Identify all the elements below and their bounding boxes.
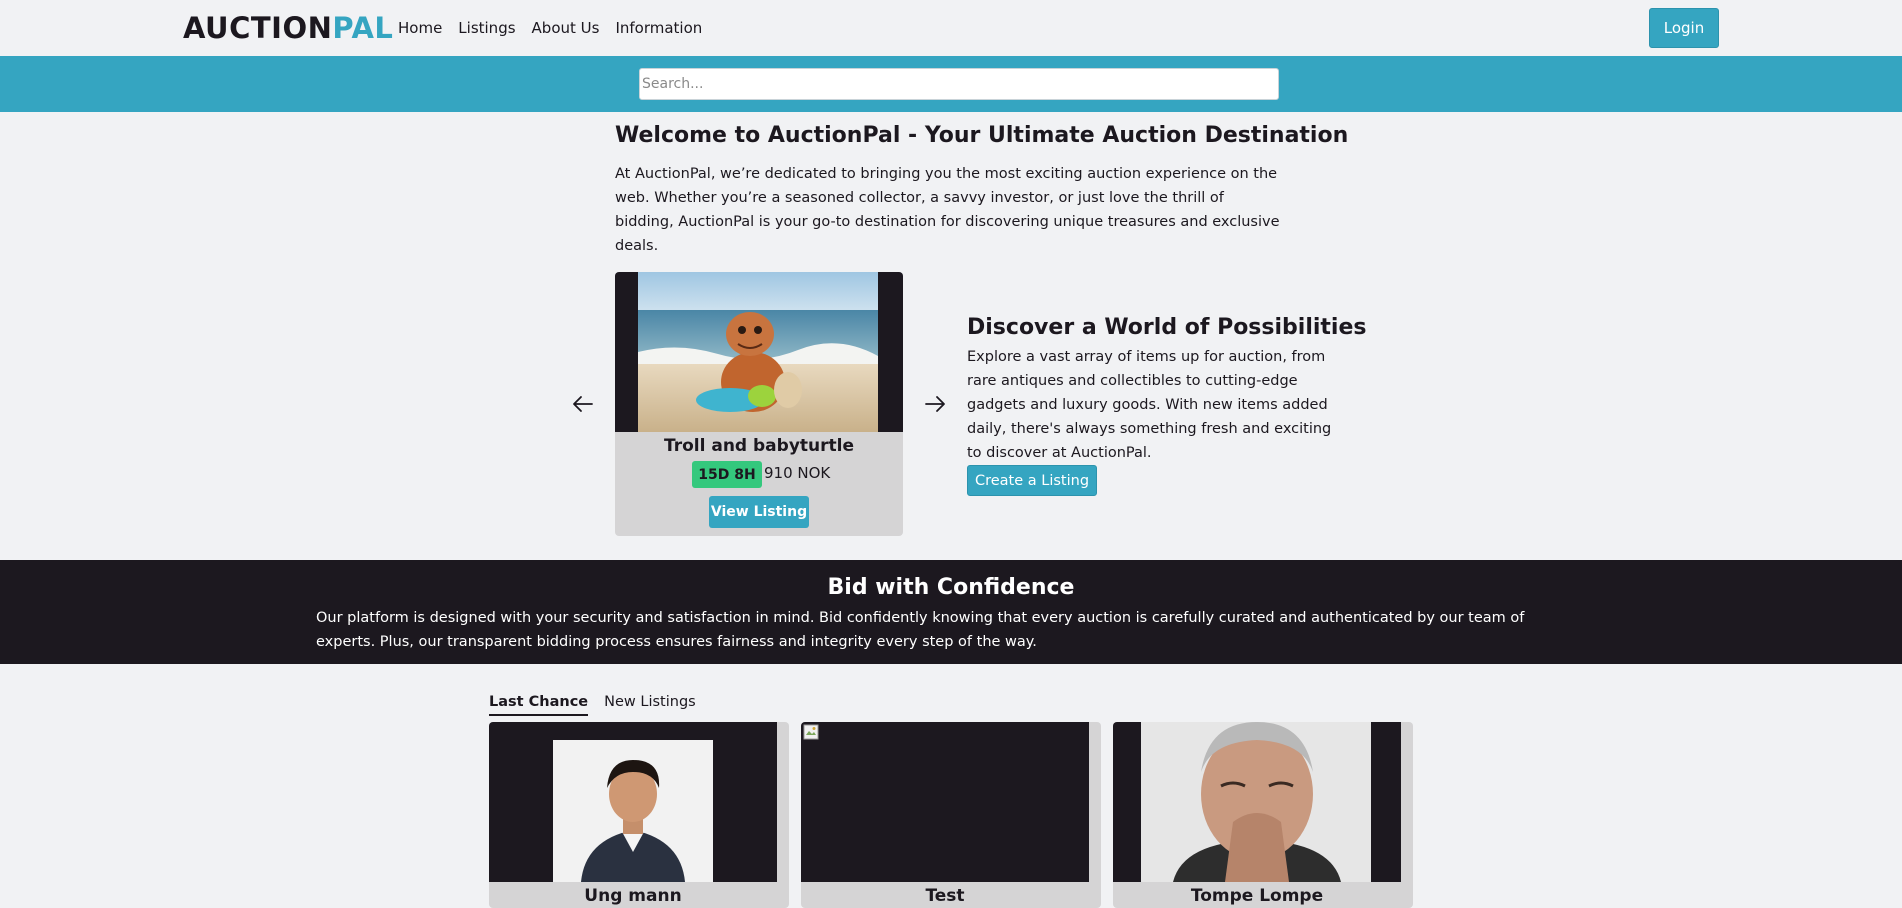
main-nav: Home Listings About Us Information (398, 18, 702, 38)
listing-card: Tompe Lompe (1113, 722, 1413, 908)
top-navbar: AUCTIONPAL Home Listings About Us Inform… (0, 0, 1902, 56)
listing-image[interactable] (489, 722, 777, 882)
listing-image-frame (1113, 722, 1401, 882)
login-button[interactable]: Login (1649, 8, 1719, 48)
site-logo[interactable]: AUCTIONPAL (183, 11, 393, 45)
create-listing-button[interactable]: Create a Listing (967, 465, 1097, 496)
listing-tabs: Last Chance New Listings (489, 692, 696, 716)
search-input[interactable] (639, 68, 1279, 100)
listing-title[interactable]: Test (801, 885, 1089, 907)
featured-listing-price: 910 NOK (764, 464, 831, 482)
listing-image-frame (801, 722, 1089, 882)
bid-with-confidence-section: Bid with Confidence Our platform is desi… (0, 560, 1902, 664)
listing-title[interactable]: Tompe Lompe (1113, 885, 1401, 907)
listing-card: Ung mann (489, 722, 789, 908)
nav-information-link[interactable]: Information (615, 18, 702, 38)
featured-listing-title[interactable]: Troll and babyturtle (615, 435, 903, 457)
time-left-badge: 15D 8H (692, 461, 762, 488)
tab-new-listings[interactable]: New Listings (604, 692, 696, 716)
featured-image-frame (615, 272, 903, 432)
logo-text-pal: PAL (332, 11, 394, 45)
featured-listing-image[interactable] (638, 272, 878, 432)
discover-paragraph: Explore a vast array of items up for auc… (967, 349, 1332, 461)
listing-title[interactable]: Ung mann (489, 885, 777, 907)
confidence-paragraph: Our platform is designed with your secur… (316, 610, 1525, 650)
featured-listing-card: Troll and babyturtle 15D 8H 910 NOK View… (615, 272, 903, 536)
nav-listings-link[interactable]: Listings (458, 18, 515, 38)
carousel-prev-arrow-icon[interactable] (570, 391, 596, 417)
carousel-next-arrow-icon[interactable] (922, 391, 948, 417)
search-bar (0, 56, 1902, 112)
tab-last-chance[interactable]: Last Chance (489, 692, 589, 716)
listing-card: Test (801, 722, 1101, 908)
confidence-heading: Bid with Confidence (827, 575, 1075, 600)
listing-image[interactable] (1113, 722, 1401, 882)
nav-home-link[interactable]: Home (398, 18, 442, 38)
logo-text-auction: AUCTION (183, 11, 333, 45)
welcome-paragraph: At AuctionPal, we’re dedicated to bringi… (615, 166, 1280, 254)
broken-image-icon (803, 724, 819, 740)
welcome-heading: Welcome to AuctionPal - Your Ultimate Au… (615, 123, 1349, 148)
listing-image-frame (489, 722, 777, 882)
view-listing-button[interactable]: View Listing (709, 496, 809, 528)
nav-about-link[interactable]: About Us (532, 18, 600, 38)
discover-heading: Discover a World of Possibilities (967, 315, 1367, 340)
